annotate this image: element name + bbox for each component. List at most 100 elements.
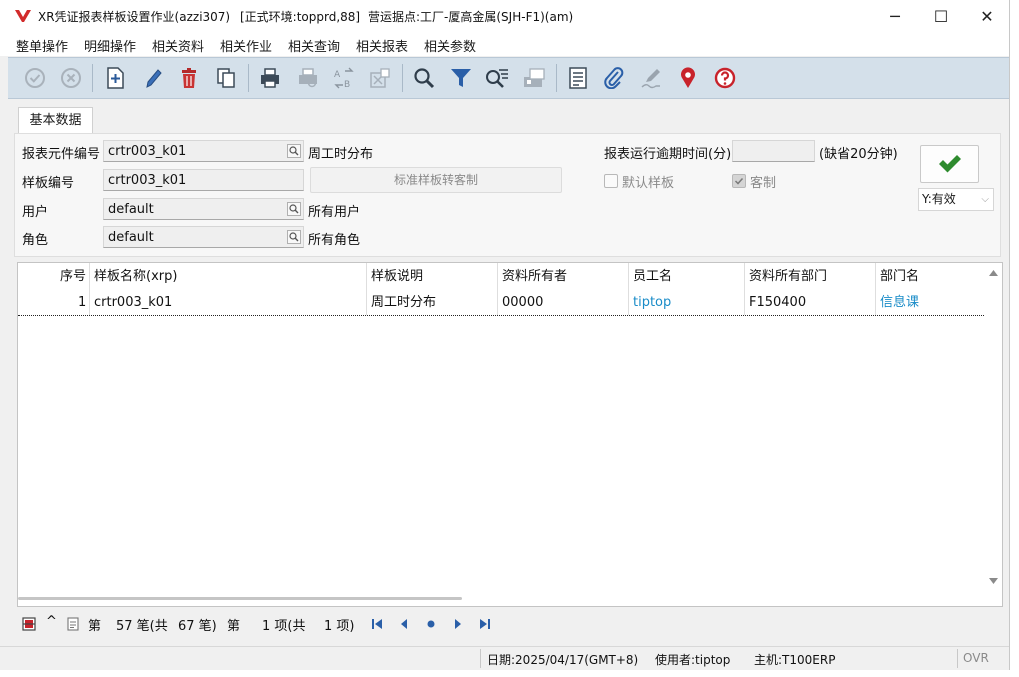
bookmark-icon[interactable] <box>22 617 36 631</box>
role-field[interactable]: default <box>103 226 304 248</box>
template-code-field[interactable]: crtr003_k01 <box>103 169 304 191</box>
menu-related-query[interactable]: 相关查询 <box>288 36 340 55</box>
document-icon[interactable] <box>66 617 80 631</box>
location-button[interactable] <box>675 65 701 91</box>
print-preview-button[interactable] <box>295 65 321 91</box>
cell-seq: 1 <box>78 295 87 310</box>
advanced-query-button[interactable] <box>484 65 510 91</box>
edit-icon <box>146 69 162 88</box>
help-button[interactable] <box>712 65 738 91</box>
search-button[interactable] <box>411 65 437 91</box>
horizontal-scrollbar-thumb[interactable] <box>18 597 462 600</box>
list-button[interactable] <box>565 65 591 91</box>
cell-employee-name-link[interactable]: tiptop <box>633 291 671 315</box>
custom-checkbox[interactable] <box>732 174 746 188</box>
toolbar: AB <box>8 57 1009 99</box>
confirm-icon <box>25 68 45 88</box>
list-icon <box>569 67 587 89</box>
attachment-button[interactable] <box>601 65 627 91</box>
cancel-icon <box>61 68 81 88</box>
confirm-button[interactable] <box>22 65 48 91</box>
role-desc: 所有角色 <box>308 233 361 248</box>
header-dept-name[interactable]: 部门名 <box>880 263 919 291</box>
convert-icon: AB <box>334 67 354 89</box>
menu-related-jobs[interactable]: 相关作业 <box>220 36 272 55</box>
lookup-icon[interactable] <box>287 144 301 158</box>
header-owner-dept[interactable]: 资料所有部门 <box>749 263 827 291</box>
header-template-desc[interactable]: 样板说明 <box>371 263 423 291</box>
convert-button[interactable]: AB <box>331 65 357 91</box>
menu-related-params[interactable]: 相关参数 <box>424 36 476 55</box>
vertical-scrollbar[interactable] <box>985 263 1002 606</box>
attachment-icon <box>604 67 624 89</box>
column-divider <box>628 263 629 315</box>
template-grid: 序号 样板名称(xrp) 样板说明 资料所有者 员工名 资料所有部门 部门名 1… <box>17 262 1003 607</box>
tab-basic-data[interactable]: 基本数据 <box>18 107 93 134</box>
menu-related-reports[interactable]: 相关报表 <box>356 36 408 55</box>
filter-icon <box>451 69 471 87</box>
delete-button[interactable] <box>176 65 202 91</box>
pager-item-total: 1 项) <box>324 619 355 634</box>
current-page-icon[interactable] <box>424 617 438 631</box>
header-seq[interactable]: 序号 <box>60 263 86 291</box>
minimize-button[interactable]: ─ <box>872 0 918 32</box>
pager-di2-label: 第 <box>227 619 241 634</box>
cancel-button[interactable] <box>58 65 84 91</box>
element-code-desc: 周工时分布 <box>308 147 374 162</box>
advanced-query-icon <box>486 69 508 88</box>
pager-di-label: 第 <box>88 619 102 634</box>
scroll-up-icon[interactable] <box>985 266 1002 280</box>
header-employee-name[interactable]: 员工名 <box>633 263 672 291</box>
lookup-icon[interactable] <box>287 202 301 216</box>
close-button[interactable]: ✕ <box>964 0 1010 32</box>
element-code-field[interactable]: crtr003_k01 <box>103 140 304 162</box>
toolbar-divider <box>92 64 93 92</box>
data-button[interactable] <box>521 65 547 91</box>
user-value: default <box>108 202 154 217</box>
close-icon: ✕ <box>980 6 994 26</box>
user-field[interactable]: default <box>103 198 304 220</box>
element-code-value: crtr003_k01 <box>108 144 187 159</box>
header-template-name[interactable]: 样板名称(xrp) <box>94 263 177 291</box>
last-page-icon[interactable] <box>478 617 492 631</box>
collapse-caret-icon[interactable]: ^ <box>46 614 57 629</box>
status-bar: 日期:2025/04/17(GMT+8) 使用者:tiptop 主机:T100E… <box>0 646 1009 670</box>
filter-button[interactable] <box>448 65 474 91</box>
status-mode: OVR <box>963 651 989 665</box>
prev-page-icon[interactable] <box>397 617 411 631</box>
chevron-down-icon: ⌵ <box>981 194 989 205</box>
status-select[interactable]: Y:有效 ⌵ <box>918 188 994 211</box>
print-button[interactable] <box>257 65 283 91</box>
toolbar-divider <box>248 64 249 92</box>
menu-document-ops[interactable]: 整单操作 <box>16 36 68 55</box>
data-icon <box>524 68 545 87</box>
cell-dept-name-link[interactable]: 信息课 <box>880 291 919 315</box>
ok-button[interactable] <box>920 145 979 183</box>
next-page-icon[interactable] <box>451 617 465 631</box>
copy-button[interactable] <box>213 65 239 91</box>
menu-detail-ops[interactable]: 明细操作 <box>84 36 136 55</box>
timeout-field[interactable] <box>732 140 815 162</box>
user-label: 用户 <box>22 205 49 220</box>
column-divider <box>366 263 367 315</box>
lookup-icon[interactable] <box>287 230 301 244</box>
menu-related-data[interactable]: 相关资料 <box>152 36 204 55</box>
add-button[interactable] <box>102 65 128 91</box>
column-divider <box>875 263 876 315</box>
signature-button[interactable] <box>638 65 664 91</box>
header-data-owner[interactable]: 资料所有者 <box>502 263 567 291</box>
default-template-checkbox[interactable] <box>604 174 618 188</box>
role-value: default <box>108 230 154 245</box>
column-divider <box>497 263 498 315</box>
edit-button[interactable] <box>140 65 166 91</box>
export-button[interactable] <box>367 65 393 91</box>
first-page-icon[interactable] <box>370 617 384 631</box>
search-icon <box>414 68 435 89</box>
maximize-button[interactable]: ☐ <box>918 0 964 32</box>
svg-text:B: B <box>344 80 350 89</box>
print-icon <box>261 68 279 88</box>
convert-template-button[interactable]: 标准样板转客制 <box>310 167 562 193</box>
checkmark-icon <box>938 155 961 173</box>
scroll-down-icon[interactable] <box>985 574 1002 588</box>
cell-data-owner: 00000 <box>502 295 544 310</box>
